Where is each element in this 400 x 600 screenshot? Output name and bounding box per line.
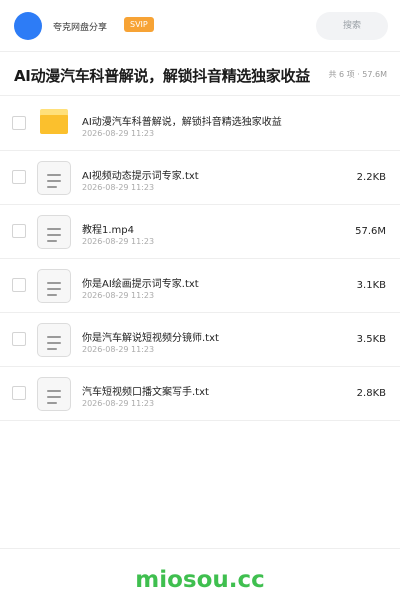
checkbox[interactable]: [12, 224, 26, 238]
list-item[interactable]: 你是汽车解说短视频分镜师.txt 2026-08-29 11:23 3.5KB: [0, 313, 400, 367]
file-list: AI动漫汽车科普解说，解锁抖音精选独家收益 2026-08-29 11:23 A…: [0, 97, 400, 421]
file-date: 2026-08-29 11:23: [82, 291, 155, 300]
avatar[interactable]: [14, 12, 42, 40]
file-date: 2026-08-29 11:23: [82, 129, 155, 138]
checkbox[interactable]: [12, 278, 26, 292]
folder-icon: [40, 109, 68, 134]
file-size: 3.5KB: [356, 334, 386, 345]
svip-badge: SVIP: [124, 17, 154, 32]
checkbox[interactable]: [12, 170, 26, 184]
file-size: 2.8KB: [356, 388, 386, 399]
share-owner-name: 夸克网盘分享: [53, 23, 108, 33]
checkbox[interactable]: [12, 332, 26, 346]
top-bar: 夸克网盘分享 SVIP 搜索: [0, 0, 400, 52]
list-item[interactable]: AI动漫汽车科普解说，解锁抖音精选独家收益 2026-08-29 11:23: [0, 97, 400, 151]
file-name: 你是汽车解说短视频分镜师.txt: [82, 333, 219, 344]
text-file-icon: [37, 269, 71, 303]
file-size: 57.6M: [355, 226, 386, 237]
text-file-icon: [37, 377, 71, 411]
file-name: 教程1.mp4: [82, 225, 134, 236]
page-title: AI动漫汽车科普解说，解锁抖音精选独家收益: [14, 67, 310, 85]
file-date: 2026-08-29 11:23: [82, 399, 155, 408]
share-meta: 共 6 项 · 57.6M: [328, 70, 387, 79]
file-name: 你是AI绘画提示词专家.txt: [82, 279, 199, 290]
list-item[interactable]: AI视频动态提示词专家.txt 2026-08-29 11:23 2.2KB: [0, 151, 400, 205]
text-file-icon: [37, 161, 71, 195]
file-date: 2026-08-29 11:23: [82, 237, 155, 246]
checkbox[interactable]: [12, 386, 26, 400]
list-item[interactable]: 教程1.mp4 2026-08-29 11:23 57.6M: [0, 205, 400, 259]
share-title-row: AI动漫汽车科普解说，解锁抖音精选独家收益 共 6 项 · 57.6M: [0, 52, 400, 96]
watermark: miosou.cc: [135, 567, 265, 593]
file-name: 汽车短视频口播文案写手.txt: [82, 387, 209, 398]
text-file-icon: [37, 215, 71, 249]
list-item[interactable]: 汽车短视频口播文案写手.txt 2026-08-29 11:23 2.8KB: [0, 367, 400, 421]
file-name: AI视频动态提示词专家.txt: [82, 171, 199, 182]
file-size: 2.2KB: [356, 172, 386, 183]
file-name: AI动漫汽车科普解说，解锁抖音精选独家收益: [82, 117, 282, 128]
footer: miosou.cc: [0, 548, 400, 600]
file-size: 3.1KB: [356, 280, 386, 291]
text-file-icon: [37, 323, 71, 357]
file-date: 2026-08-29 11:23: [82, 183, 155, 192]
search-input[interactable]: 搜索: [316, 12, 388, 40]
list-item[interactable]: 你是AI绘画提示词专家.txt 2026-08-29 11:23 3.1KB: [0, 259, 400, 313]
checkbox[interactable]: [12, 116, 26, 130]
file-date: 2026-08-29 11:23: [82, 345, 155, 354]
